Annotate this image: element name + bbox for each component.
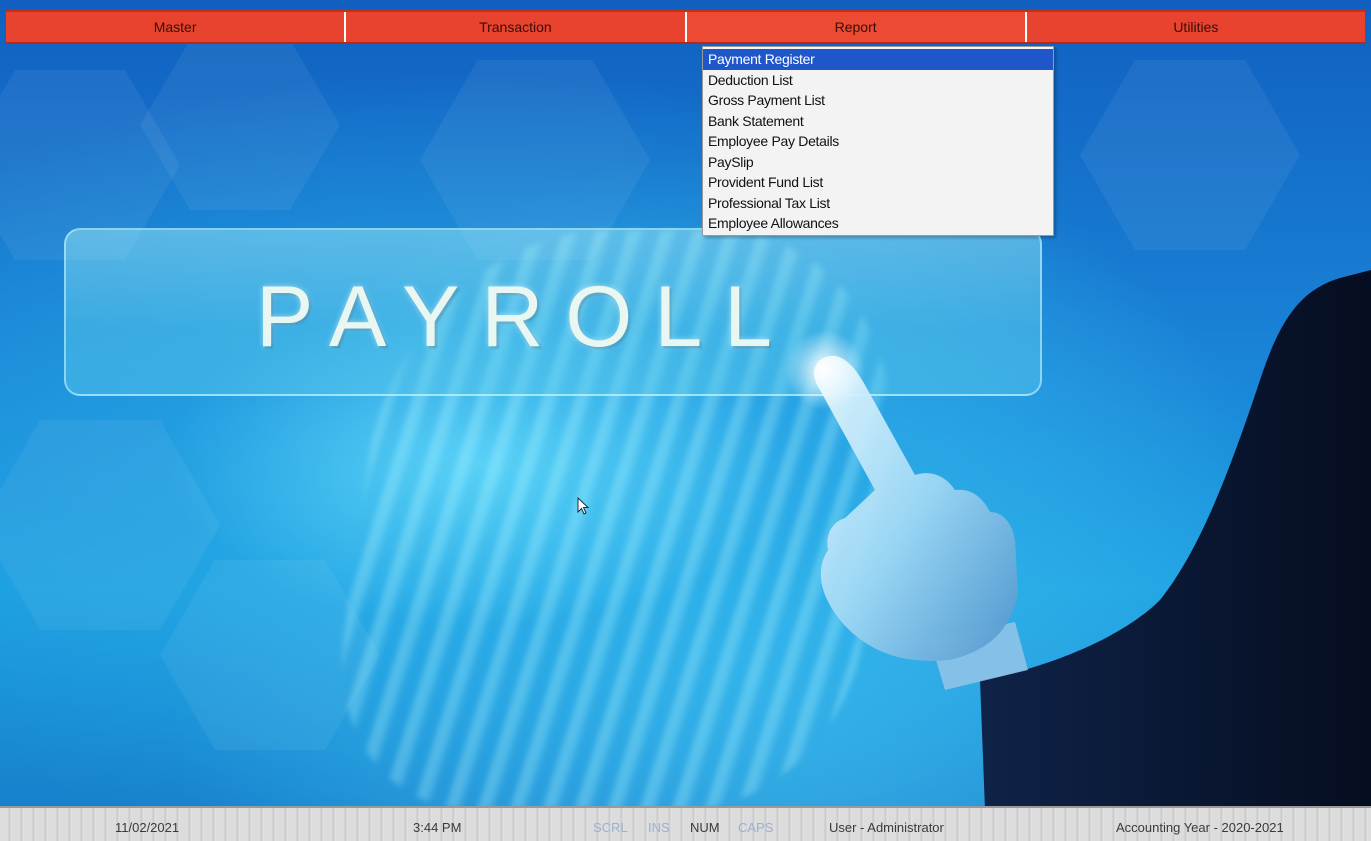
- menu-report[interactable]: Report: [686, 12, 1027, 42]
- menu-item-payslip[interactable]: PaySlip: [703, 152, 1053, 173]
- status-bar: 11/02/2021 3:44 PM SCRL INS NUM CAPS Use…: [0, 806, 1371, 841]
- menu-master[interactable]: Master: [6, 12, 347, 42]
- status-accounting-year: Accounting Year - 2020-2021: [1116, 820, 1284, 835]
- status-num-lock: NUM: [690, 820, 720, 835]
- hexagon-decoration: [140, 40, 340, 210]
- menu-item-bank-statement[interactable]: Bank Statement: [703, 111, 1053, 132]
- menu-utilities[interactable]: Utilities: [1027, 12, 1365, 42]
- hexagon-decoration: [0, 420, 220, 630]
- status-caps-lock: CAPS: [738, 820, 774, 835]
- hexagon-decoration: [1080, 60, 1300, 250]
- menu-item-provident-fund-list[interactable]: Provident Fund List: [703, 172, 1053, 193]
- menu-item-employee-allowances[interactable]: Employee Allowances: [703, 213, 1053, 234]
- menu-item-professional-tax-list[interactable]: Professional Tax List: [703, 193, 1053, 214]
- menu-item-gross-payment-list[interactable]: Gross Payment List: [703, 90, 1053, 111]
- main-menu-bar: Master Transaction Report Utilities: [6, 10, 1365, 44]
- status-user: User - Administrator: [829, 820, 944, 835]
- status-scroll-lock: SCRL: [593, 820, 628, 835]
- mouse-pointer-icon: [577, 497, 590, 515]
- menu-transaction[interactable]: Transaction: [346, 12, 687, 42]
- status-time: 3:44 PM: [413, 820, 462, 835]
- menu-item-payment-register[interactable]: Payment Register: [703, 49, 1053, 70]
- menu-item-deduction-list[interactable]: Deduction List: [703, 70, 1053, 91]
- payroll-app-window: PAYROLL Master Transaction Report Utilit…: [0, 0, 1371, 841]
- status-date: 11/02/2021: [115, 820, 180, 835]
- report-dropdown-menu: Payment Register Deduction List Gross Pa…: [702, 46, 1054, 236]
- menu-item-employee-pay-details[interactable]: Employee Pay Details: [703, 131, 1053, 152]
- pointing-hand-illustration: [785, 270, 1371, 810]
- status-insert: INS: [648, 820, 670, 835]
